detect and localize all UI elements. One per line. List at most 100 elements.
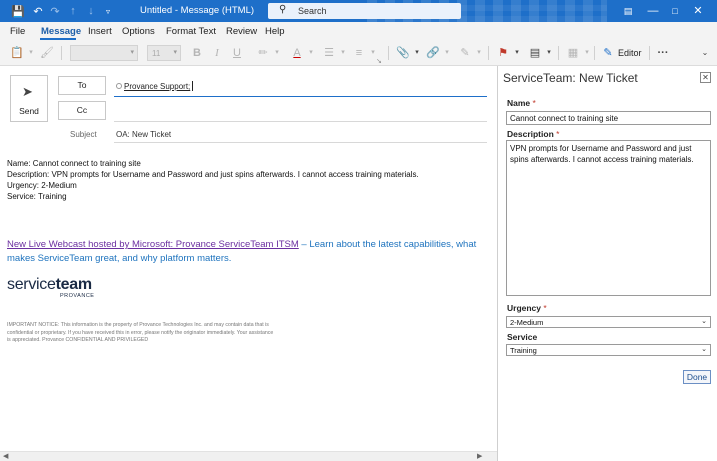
link-dropdown-icon[interactable]: ▾ xyxy=(440,46,454,60)
chevron-down-icon: ⌄ xyxy=(701,346,707,353)
chevron-down-icon: ▾ xyxy=(130,49,134,56)
attach-file-icon[interactable]: 📎 xyxy=(396,46,410,60)
flag-dropdown-icon[interactable]: ▾ xyxy=(510,46,524,60)
search-placeholder: Search xyxy=(298,6,327,16)
service-label: Service xyxy=(507,332,538,342)
close-window-icon[interactable]: ✕ xyxy=(690,3,706,19)
highlight-icon[interactable]: ✏ xyxy=(256,46,270,60)
attach-dropdown-icon[interactable]: ▾ xyxy=(410,46,424,60)
flag-icon[interactable]: ⚑ xyxy=(496,46,510,60)
format-painter-icon[interactable]: 🖌 xyxy=(40,46,54,60)
webcast-link[interactable]: New Live Webcast hosted by Microsoft: Pr… xyxy=(7,239,299,250)
font-color-dropdown-icon[interactable]: ▾ xyxy=(304,46,318,60)
to-field[interactable]: Provance Support; xyxy=(116,81,194,91)
more-options-icon[interactable]: ··· xyxy=(656,46,670,60)
bullets-icon[interactable]: ☰ xyxy=(322,46,336,60)
tab-review[interactable]: Review xyxy=(226,26,257,37)
dialog-launcher-icon[interactable]: ↘ xyxy=(376,57,382,65)
logo-word-bold: team xyxy=(55,276,92,293)
tab-help[interactable]: Help xyxy=(265,26,285,37)
link-icon[interactable]: 🔗 xyxy=(426,46,440,60)
scroll-left-icon[interactable]: ◀ xyxy=(3,452,8,460)
body-line-urgency: Urgency: 2-Medium xyxy=(7,181,77,190)
ticket-description-textarea[interactable]: VPN prompts for Username and Password an… xyxy=(506,140,711,296)
signature-dropdown-icon[interactable]: ▾ xyxy=(472,46,486,60)
apps-dropdown-icon[interactable]: ▾ xyxy=(580,46,594,60)
ribbon-display-icon[interactable]: ▤ xyxy=(620,3,636,19)
pane-divider[interactable] xyxy=(497,66,498,461)
horizontal-scrollbar[interactable]: ◀ ▶ xyxy=(0,451,497,461)
send-icon: ➤ xyxy=(22,84,33,99)
subject-underline xyxy=(114,142,487,143)
underline-icon[interactable]: U xyxy=(230,46,244,60)
recipient-name[interactable]: Provance Support; xyxy=(124,82,190,91)
message-body[interactable]: Name: Cannot connect to training site De… xyxy=(7,158,419,202)
subject-input[interactable]: OA: New Ticket xyxy=(116,130,171,139)
to-field-underline xyxy=(114,96,487,97)
maximize-icon[interactable]: □ xyxy=(667,3,683,19)
tab-format-text[interactable]: Format Text xyxy=(166,26,216,37)
search-icon: ⚲ xyxy=(279,4,287,15)
ticket-name-input[interactable]: Cannot connect to training site xyxy=(506,111,711,125)
title-bar: 💾 ↶ ↷ ↑ ↓ ▿ Untitled - Message (HTML) ⚲ … xyxy=(0,0,717,22)
window-title: Untitled - Message (HTML) xyxy=(140,5,255,16)
confidentiality-notice: IMPORTANT NOTICE: This information is th… xyxy=(7,322,274,343)
required-mark: * xyxy=(543,303,547,313)
tab-insert[interactable]: Insert xyxy=(88,26,112,37)
cc-field[interactable] xyxy=(114,121,487,122)
send-button[interactable]: ➤ Send xyxy=(10,75,48,122)
toolbar-separator xyxy=(488,46,489,60)
cc-button[interactable]: Cc xyxy=(58,101,106,120)
service-select[interactable]: Training ⌄ xyxy=(506,344,711,356)
undo-icon[interactable]: ↶ xyxy=(31,4,45,18)
urgency-value: 2-Medium xyxy=(510,318,544,327)
highlight-dropdown-icon[interactable]: ▾ xyxy=(270,46,284,60)
bullets-dropdown-icon[interactable]: ▾ xyxy=(336,46,350,60)
collapse-ribbon-icon[interactable]: ⌄ xyxy=(698,46,712,60)
to-button[interactable]: To xyxy=(58,76,106,95)
editor-icon[interactable]: ✎ xyxy=(601,46,615,60)
down-arrow-icon[interactable]: ↓ xyxy=(84,4,98,18)
toolbar-separator xyxy=(61,46,62,60)
service-value: Training xyxy=(510,346,537,355)
apps-icon[interactable]: ▦ xyxy=(566,46,580,60)
tab-options[interactable]: Options xyxy=(122,26,155,37)
editor-button-label[interactable]: Editor xyxy=(618,48,642,58)
text-caret xyxy=(192,81,194,91)
font-name-dropdown[interactable]: ▾ xyxy=(70,45,138,61)
pane-title: ServiceTeam: New Ticket xyxy=(503,71,638,85)
save-icon[interactable]: 💾 xyxy=(11,4,25,18)
done-button[interactable]: Done xyxy=(683,370,711,384)
align-icon[interactable]: ≡ xyxy=(352,46,366,60)
font-size-dropdown[interactable]: 11 ▾ xyxy=(147,45,181,61)
chevron-down-icon: ⌄ xyxy=(701,318,707,325)
minimize-icon[interactable]: — xyxy=(645,3,661,19)
redo-icon[interactable]: ↷ xyxy=(48,4,62,18)
close-pane-icon[interactable]: ✕ xyxy=(700,72,711,83)
tab-file[interactable]: File xyxy=(10,26,25,37)
serviceteam-logo: serviceteam PROVANCE xyxy=(7,276,94,299)
paste-icon[interactable]: 📋 xyxy=(10,46,24,60)
bold-icon[interactable]: B xyxy=(190,46,204,60)
search-box[interactable]: ⚲ Search xyxy=(268,3,461,19)
customize-qat-icon[interactable]: ▿ xyxy=(101,4,115,18)
tag-dropdown-icon[interactable]: ▾ xyxy=(542,46,556,60)
up-arrow-icon[interactable]: ↑ xyxy=(66,4,80,18)
font-size-value: 11 xyxy=(152,49,161,58)
paste-dropdown-icon[interactable]: ▾ xyxy=(24,46,38,60)
tag-icon[interactable]: ▤ xyxy=(528,46,542,60)
required-mark: * xyxy=(556,129,560,139)
font-color-icon[interactable]: A xyxy=(290,46,304,60)
italic-icon[interactable]: I xyxy=(210,46,224,60)
toolbar-separator xyxy=(388,46,389,60)
scroll-right-icon[interactable]: ▶ xyxy=(477,452,482,460)
body-line-description: Description: VPN prompts for Username an… xyxy=(7,170,419,179)
urgency-select[interactable]: 2-Medium ⌄ xyxy=(506,316,711,328)
body-line-name: Name: Cannot connect to training site xyxy=(7,159,141,168)
tab-message[interactable]: Message xyxy=(41,26,81,37)
presence-icon xyxy=(116,83,122,89)
body-line-service: Service: Training xyxy=(7,192,67,201)
logo-subtitle: PROVANCE xyxy=(60,293,95,299)
urgency-label: Urgency * xyxy=(507,303,547,313)
signature-icon[interactable]: ✎ xyxy=(458,46,472,60)
